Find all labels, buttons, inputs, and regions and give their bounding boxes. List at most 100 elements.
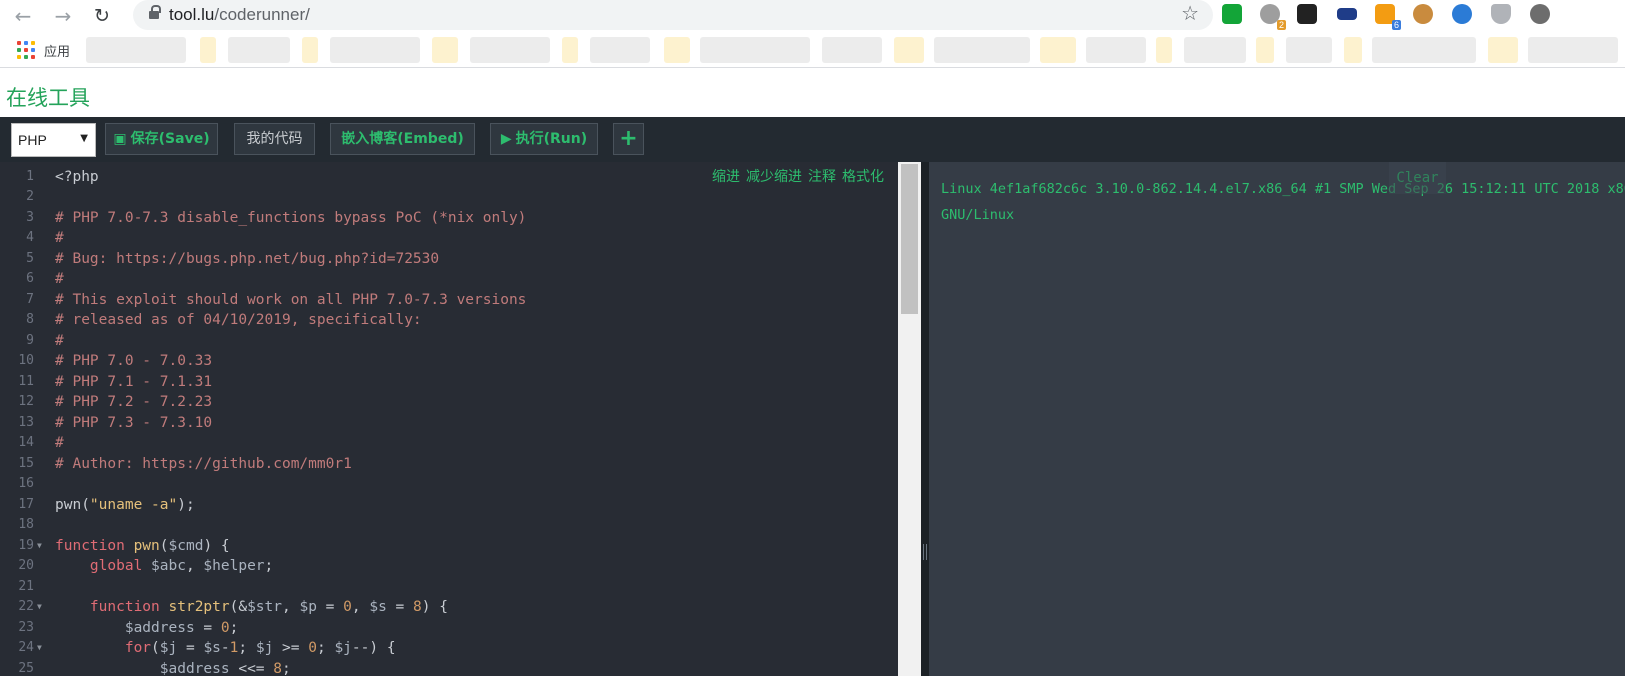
outdent-button[interactable]: 减少缩进	[746, 169, 802, 185]
fold-arrow-icon[interactable]: ▼	[37, 638, 42, 659]
bookmark-item[interactable]	[1086, 37, 1146, 63]
extension-globe-icon[interactable]	[1452, 4, 1472, 24]
embed-button[interactable]: 嵌入博客(Embed)	[330, 123, 475, 155]
code-editor[interactable]: 1 <?php 2 3 # PHP 7.0-7.3 disable_functions …	[0, 162, 898, 676]
code-token: function	[55, 537, 134, 554]
bookmark-item[interactable]	[1286, 37, 1332, 63]
code-text: #	[55, 228, 64, 249]
code-text: # PHP 7.2 - 7.2.23	[55, 392, 212, 413]
bookmark-item[interactable]	[894, 37, 924, 63]
line-number: 11	[18, 373, 34, 389]
bookmark-item[interactable]	[1372, 37, 1476, 63]
site-title[interactable]: 在线工具	[6, 82, 90, 112]
bookmark-item[interactable]	[1528, 37, 1618, 63]
code-line: 13 # PHP 7.3 - 7.3.10	[0, 413, 898, 434]
extension-flag-icon[interactable]	[1337, 8, 1357, 20]
extension-gear-icon[interactable]	[1530, 4, 1550, 24]
scrollbar-thumb[interactable]	[901, 164, 918, 314]
language-select-value: PHP	[18, 132, 47, 148]
line-number: 19	[18, 537, 34, 553]
code-token: # Bug: https://bugs.php.net/bug.php?id=7…	[55, 250, 440, 267]
bookmark-item[interactable]	[432, 37, 458, 63]
url-text[interactable]: tool.lu/coderunner/	[169, 5, 310, 25]
bookmarks-apps-label[interactable]: 应用	[44, 41, 70, 60]
bookmark-item[interactable]	[200, 37, 216, 63]
format-button[interactable]: 格式化	[842, 169, 884, 185]
bookmark-item[interactable]	[1156, 37, 1172, 63]
bookmark-item[interactable]	[590, 37, 650, 63]
reload-icon[interactable]: ↻	[89, 3, 115, 29]
bookmark-item[interactable]	[1344, 37, 1362, 63]
code-token: #	[55, 271, 64, 287]
extension-tampermonkey-icon[interactable]	[1297, 4, 1317, 24]
code-line: 4 #	[0, 228, 898, 249]
code-line: 16	[0, 474, 898, 495]
bookmark-item[interactable]	[1488, 37, 1518, 63]
editor-scrollbar[interactable]	[898, 162, 921, 676]
extension-rss-icon[interactable]: 6	[1375, 4, 1401, 30]
code-token: ) {	[421, 599, 448, 615]
indent-button[interactable]: 缩进	[712, 169, 740, 185]
clear-button[interactable]: Clear	[1389, 162, 1446, 194]
bookmark-item[interactable]	[1256, 37, 1274, 63]
code-text: for($j = $s-1; $j >= 0; $j--) {	[55, 638, 396, 659]
line-number: 25	[18, 660, 34, 676]
bookmark-item[interactable]	[86, 37, 186, 63]
code-text: # PHP 7.3 - 7.3.10	[55, 413, 212, 434]
code-line: 14 #	[0, 433, 898, 454]
code-token: "uname -a"	[89, 496, 178, 513]
pane-divider[interactable]	[921, 162, 929, 676]
extension-search-icon[interactable]: 2	[1260, 4, 1286, 30]
code-text: <?php	[55, 167, 99, 188]
line-number: 12	[18, 394, 34, 409]
extension-ghost-icon[interactable]	[1491, 4, 1511, 24]
line-number: 8	[26, 312, 34, 327]
run-button[interactable]: ▶ 执行(Run)	[490, 123, 598, 155]
code-text: # PHP 7.1 - 7.1.31	[55, 372, 212, 393]
code-token: <?php	[55, 168, 99, 185]
bookmark-item[interactable]	[562, 37, 578, 63]
code-token: (&	[229, 599, 248, 615]
output-line: Linux 4ef1af682c6c 3.10.0-862.14.4.el7.x…	[941, 181, 1625, 197]
bookmark-item[interactable]	[1040, 37, 1076, 63]
bookmark-item[interactable]	[700, 37, 810, 63]
resize-grip-icon[interactable]	[923, 544, 927, 560]
code-token: function	[89, 599, 169, 615]
add-button[interactable]: +	[613, 123, 644, 155]
code-line: 7 # This exploit should work on all PHP 7…	[0, 290, 898, 311]
back-icon[interactable]: ←	[10, 3, 36, 29]
extension-cookie-icon[interactable]	[1413, 4, 1433, 24]
my-code-button[interactable]: 我的代码	[234, 123, 315, 155]
bookmark-item[interactable]	[822, 37, 882, 63]
bookmark-item[interactable]	[1184, 37, 1246, 63]
code-token: --) {	[351, 640, 396, 656]
code-token: 0	[220, 619, 230, 636]
line-number: 16	[18, 476, 34, 491]
bookmark-item[interactable]	[664, 37, 690, 63]
code-line: 5 # Bug: https://bugs.php.net/bug.php?id=…	[0, 249, 898, 270]
language-select[interactable]: PHP ▼	[11, 123, 96, 157]
line-number: 22	[18, 599, 34, 614]
code-token: $j	[334, 640, 352, 656]
forward-icon[interactable]: →	[50, 3, 76, 29]
code-token: pwn	[133, 537, 160, 554]
save-button[interactable]: ▣ 保存(Save)	[105, 123, 218, 155]
code-line: 22 ▼ function str2ptr(&$str, $p = 0, $s =…	[0, 597, 898, 618]
bookmark-item[interactable]	[470, 37, 550, 63]
code-token: ;	[238, 640, 256, 656]
extension-shield-icon[interactable]	[1222, 4, 1242, 24]
comment-button[interactable]: 注释	[808, 169, 836, 185]
code-text: function pwn($cmd) {	[55, 536, 230, 557]
line-number: 17	[18, 496, 34, 512]
address-bar[interactable]: tool.lu/coderunner/ ☆	[133, 0, 1213, 30]
fold-arrow-icon[interactable]: ▼	[37, 536, 42, 557]
code-text: function str2ptr(&$str, $p = 0, $s = 8) …	[55, 597, 448, 618]
bookmark-item[interactable]	[934, 37, 1030, 63]
fold-arrow-icon[interactable]: ▼	[37, 597, 42, 618]
bookmark-item[interactable]	[228, 37, 290, 63]
apps-grid-icon[interactable]	[17, 41, 35, 59]
bookmark-star-icon[interactable]: ☆	[1181, 1, 1199, 25]
bookmark-item[interactable]	[302, 37, 318, 63]
bookmark-item[interactable]	[330, 37, 420, 63]
